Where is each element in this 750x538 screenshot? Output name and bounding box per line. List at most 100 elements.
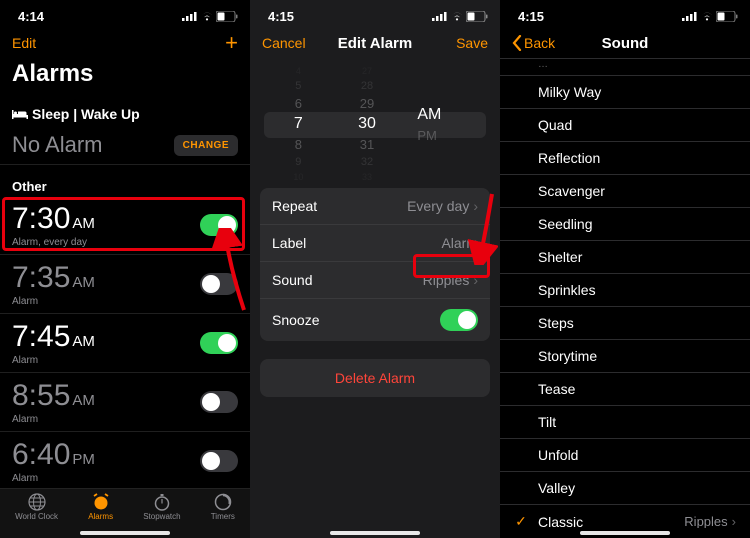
wifi-icon <box>450 11 464 21</box>
status-bar: 4:15 <box>250 0 500 28</box>
repeat-row[interactable]: Repeat Every day› <box>260 188 490 225</box>
status-bar: 4:14 <box>0 0 250 28</box>
change-button[interactable]: CHANGE <box>174 135 238 156</box>
sound-item[interactable]: Reflection <box>500 142 750 175</box>
tab-label: Stopwatch <box>143 512 180 521</box>
snooze-toggle[interactable] <box>440 309 478 331</box>
timer-icon <box>214 493 232 511</box>
sleep-row[interactable]: No Alarm CHANGE <box>0 126 250 165</box>
sound-row[interactable]: Sound Ripples› <box>260 262 490 299</box>
sound-value: Ripples <box>684 514 727 528</box>
save-button[interactable]: Save <box>432 35 488 51</box>
screen-title: Sound <box>602 35 649 52</box>
alarm-toggle[interactable] <box>200 450 238 472</box>
alarm-toggle[interactable] <box>200 273 238 295</box>
sound-label: Sound <box>272 272 312 288</box>
home-indicator[interactable] <box>330 531 420 535</box>
sound-item[interactable]: Steps <box>500 307 750 340</box>
alarm-toggle[interactable] <box>200 332 238 354</box>
sound-label: Seedling <box>532 216 736 232</box>
sound-label: Milky Way <box>532 84 736 100</box>
status-bar: 4:15 <box>500 0 750 28</box>
status-icons <box>182 11 238 22</box>
sound-label: Tilt <box>532 414 736 430</box>
sleep-label: Sleep | Wake Up <box>32 106 140 122</box>
sound-item[interactable]: Tilt <box>500 406 750 439</box>
tab-stopwatch[interactable]: Stopwatch <box>143 493 180 521</box>
sound-value: Ripples <box>423 272 470 288</box>
sound-label: Classic <box>532 514 684 529</box>
back-button[interactable]: Back <box>512 35 568 51</box>
sound-label: Quad <box>532 117 736 133</box>
alarm-row[interactable]: 7:35AM Alarm <box>0 255 250 314</box>
alarm-time: 7:35AM <box>12 261 95 295</box>
page-title: Alarms <box>0 58 250 94</box>
alarm-toggle[interactable] <box>200 391 238 413</box>
add-alarm-button[interactable]: + <box>225 30 238 56</box>
alarm-subtitle: Alarm <box>12 473 95 484</box>
nav-bar: Edit + <box>0 28 250 58</box>
tab-label: World Clock <box>15 512 58 521</box>
delete-alarm-button[interactable]: Delete Alarm <box>260 359 490 397</box>
cancel-button[interactable]: Cancel <box>262 35 318 51</box>
label-row[interactable]: Label Alarm <box>260 225 490 262</box>
repeat-value: Every day <box>407 198 469 214</box>
alarm-row[interactable]: 6:40PM Alarm <box>0 432 250 491</box>
alarm-settings: Repeat Every day› Label Alarm Sound Ripp… <box>260 188 490 341</box>
sound-label: Tease <box>532 381 736 397</box>
alarm-subtitle: Alarm <box>12 355 95 366</box>
tab-world-clock[interactable]: World Clock <box>15 493 58 521</box>
nav-bar: Cancel Edit Alarm Save <box>250 28 500 58</box>
sound-item-classic[interactable]: ✓ Classic Ripples› <box>500 505 750 528</box>
wifi-icon <box>200 11 214 21</box>
label-value: Alarm <box>441 235 478 251</box>
sound-screen: 4:15 Back Sound … Milky Way Quad Reflectio… <box>500 0 750 538</box>
edit-alarm-screen: 4:15 Cancel Edit Alarm Save 4 5 6 7 8 9 … <box>250 0 500 538</box>
screen-title: Edit Alarm <box>338 35 412 52</box>
chevron-left-icon <box>512 35 522 51</box>
sound-item[interactable]: Seedling <box>500 208 750 241</box>
bed-icon <box>12 109 28 120</box>
wifi-icon <box>700 11 714 21</box>
alarm-row[interactable]: 8:55AM Alarm <box>0 373 250 432</box>
sound-label: Unfold <box>532 447 736 463</box>
signal-icon <box>682 11 698 21</box>
edit-button[interactable]: Edit <box>12 35 36 51</box>
alarm-time: 7:45AM <box>12 320 95 354</box>
sound-item[interactable]: Quad <box>500 109 750 142</box>
home-indicator[interactable] <box>80 531 170 535</box>
other-section-header: Other <box>0 165 250 196</box>
sound-item[interactable]: Valley <box>500 472 750 505</box>
tab-alarms[interactable]: Alarms <box>88 493 113 521</box>
alarm-time: 6:40PM <box>12 438 95 472</box>
clock-time: 4:15 <box>268 9 294 24</box>
chevron-right-icon: › <box>473 272 478 288</box>
tab-label: Alarms <box>88 512 113 521</box>
clock-time: 4:15 <box>518 9 544 24</box>
repeat-label: Repeat <box>272 198 317 214</box>
home-indicator[interactable] <box>580 531 670 535</box>
time-picker[interactable]: 4 5 6 7 8 9 10 27 28 29 30 31 32 33 AM P… <box>264 68 486 180</box>
alarm-row[interactable]: 7:30AM Alarm, every day <box>0 196 250 255</box>
globe-icon <box>28 493 46 511</box>
clock-time: 4:14 <box>18 9 44 24</box>
sound-item[interactable]: … <box>500 58 750 76</box>
sound-item[interactable]: Unfold <box>500 439 750 472</box>
sound-item[interactable]: Shelter <box>500 241 750 274</box>
sound-item[interactable]: Sprinkles <box>500 274 750 307</box>
checkmark-icon: ✓ <box>510 513 532 528</box>
label-label: Label <box>272 235 306 251</box>
sleep-section-header: Sleep | Wake Up <box>0 94 250 126</box>
sound-item[interactable]: Milky Way <box>500 76 750 109</box>
tab-timers[interactable]: Timers <box>211 493 235 521</box>
alarm-list: 7:30AM Alarm, every day 7:35AM Alarm 7:4… <box>0 196 250 491</box>
alarm-toggle[interactable] <box>200 214 238 236</box>
sound-item[interactable]: Scavenger <box>500 175 750 208</box>
sound-item[interactable]: Tease <box>500 373 750 406</box>
sound-item[interactable]: Storytime <box>500 340 750 373</box>
sound-list[interactable]: … Milky Way Quad ReflectionScavenger Seedli… <box>500 58 750 528</box>
alarm-row[interactable]: 7:45AM Alarm <box>0 314 250 373</box>
alarm-subtitle: Alarm, every day <box>12 237 95 248</box>
back-label: Back <box>524 35 555 51</box>
sound-label: Sprinkles <box>532 282 736 298</box>
